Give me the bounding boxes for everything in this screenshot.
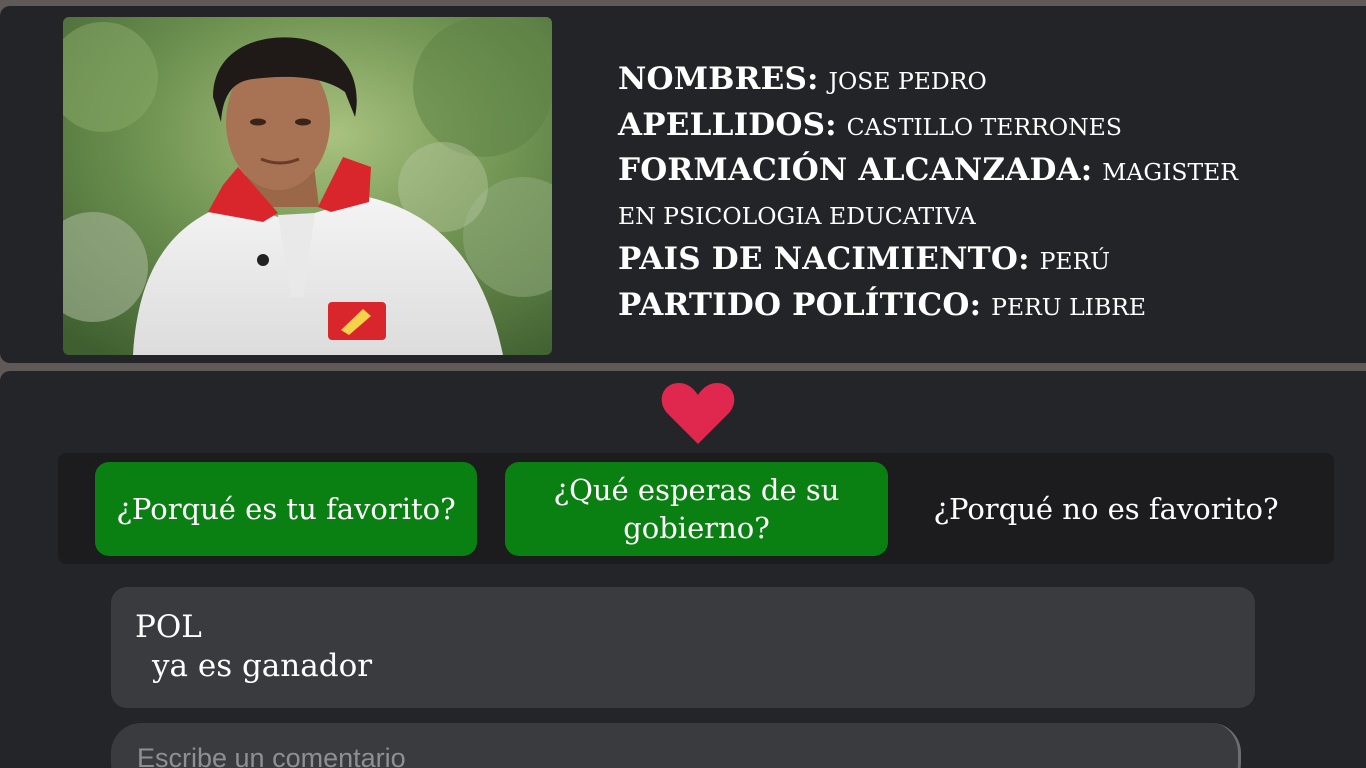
info-label: PARTIDO POLÍTICO:: [618, 286, 982, 323]
info-label: FORMACIÓN ALCANZADA:: [618, 152, 1093, 188]
candidate-profile-card: NOMBRES: JOSE PEDRO APELLIDOS: CASTILLO …: [0, 6, 1366, 363]
tab-why-not-favorite[interactable]: ¿Porqué no es favorito?: [920, 462, 1292, 556]
tab-why-favorite[interactable]: ¿Porqué es tu favorito?: [95, 462, 477, 556]
comment-input[interactable]: [111, 723, 1241, 768]
page: NOMBRES: JOSE PEDRO APELLIDOS: CASTILLO …: [0, 0, 1366, 768]
question-tabs: ¿Porqué es tu favorito? ¿Qué esperas de …: [58, 453, 1334, 564]
info-row-formacion: FORMACIÓN ALCANZADA: MAGISTER: [618, 149, 1348, 195]
comment-item: POL ya es ganador: [111, 587, 1255, 708]
info-label: APELLIDOS:: [618, 106, 837, 143]
tab-expectations[interactable]: ¿Qué esperas de su gobierno?: [505, 462, 888, 556]
info-row-nombres: NOMBRES: JOSE PEDRO: [618, 58, 1348, 104]
candidate-photo: [63, 17, 552, 355]
heart-icon[interactable]: [660, 380, 736, 446]
info-value: JOSE PEDRO: [828, 67, 987, 95]
info-value: PERU LIBRE: [991, 292, 1147, 321]
info-row-apellidos: APELLIDOS: CASTILLO TERRONES: [618, 104, 1348, 150]
tab-label: ¿Qué esperas de su gobierno?: [553, 473, 840, 545]
tab-label: ¿Porqué es tu favorito?: [116, 492, 456, 526]
comment-author: POL: [135, 609, 202, 645]
info-row-partido: PARTIDO POLÍTICO: PERU LIBRE: [618, 284, 1348, 330]
info-label: NOMBRES:: [618, 61, 819, 97]
opinion-panel: ¿Porqué es tu favorito? ¿Qué esperas de …: [0, 371, 1366, 768]
info-row-pais: PAIS DE NACIMIENTO: PERÚ: [618, 238, 1348, 284]
info-value-continued: EN PSICOLOGIA EDUCATIVA: [618, 201, 976, 230]
tab-label: ¿Porqué no es favorito?: [933, 492, 1279, 526]
info-label: PAIS DE NACIMIENTO:: [618, 241, 1030, 277]
info-value: MAGISTER: [1102, 158, 1238, 186]
candidate-info: NOMBRES: JOSE PEDRO APELLIDOS: CASTILLO …: [618, 58, 1348, 329]
info-value: PERÚ: [1039, 247, 1111, 275]
info-value: CASTILLO TERRONES: [846, 112, 1122, 141]
info-row-formacion-cont: EN PSICOLOGIA EDUCATIVA: [618, 195, 1348, 239]
comment-text: ya es ganador: [152, 648, 373, 684]
